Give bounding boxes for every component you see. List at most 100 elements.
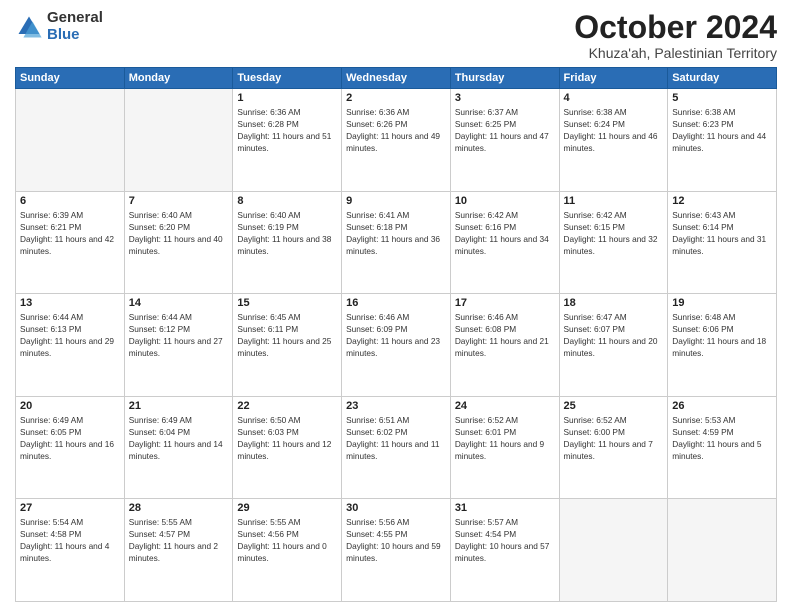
day-info: Sunrise: 6:49 AM Sunset: 6:05 PM Dayligh… [20, 414, 120, 462]
daylight-text: Daylight: 11 hours and 23 minutes. [346, 336, 440, 358]
day-info: Sunrise: 6:45 AM Sunset: 6:11 PM Dayligh… [237, 311, 337, 359]
sunrise-text: Sunrise: 6:46 AM [455, 312, 518, 322]
table-row: 25 Sunrise: 6:52 AM Sunset: 6:00 PM Dayl… [559, 396, 668, 499]
day-number: 24 [455, 400, 555, 412]
daylight-text: Daylight: 11 hours and 38 minutes. [237, 234, 331, 256]
sunset-text: Sunset: 6:28 PM [237, 119, 298, 129]
logo: General Blue [15, 10, 103, 43]
day-info: Sunrise: 6:50 AM Sunset: 6:03 PM Dayligh… [237, 414, 337, 462]
header-saturday: Saturday [668, 68, 777, 89]
table-row: 27 Sunrise: 5:54 AM Sunset: 4:58 PM Dayl… [16, 499, 125, 602]
day-info: Sunrise: 5:55 AM Sunset: 4:56 PM Dayligh… [237, 516, 337, 564]
day-number: 23 [346, 400, 446, 412]
day-number: 16 [346, 297, 446, 309]
table-row: 5 Sunrise: 6:38 AM Sunset: 6:23 PM Dayli… [668, 89, 777, 192]
table-row: 20 Sunrise: 6:49 AM Sunset: 6:05 PM Dayl… [16, 396, 125, 499]
day-info: Sunrise: 5:55 AM Sunset: 4:57 PM Dayligh… [129, 516, 229, 564]
table-row: 7 Sunrise: 6:40 AM Sunset: 6:20 PM Dayli… [124, 191, 233, 294]
day-info: Sunrise: 6:40 AM Sunset: 6:19 PM Dayligh… [237, 209, 337, 257]
sunrise-text: Sunrise: 5:55 AM [129, 517, 192, 527]
sunset-text: Sunset: 6:09 PM [346, 324, 407, 334]
day-info: Sunrise: 6:40 AM Sunset: 6:20 PM Dayligh… [129, 209, 229, 257]
header-friday: Friday [559, 68, 668, 89]
sunset-text: Sunset: 6:08 PM [455, 324, 516, 334]
day-info: Sunrise: 6:42 AM Sunset: 6:16 PM Dayligh… [455, 209, 555, 257]
daylight-text: Daylight: 11 hours and 31 minutes. [672, 234, 766, 256]
sunset-text: Sunset: 6:06 PM [672, 324, 733, 334]
calendar-table: Sunday Monday Tuesday Wednesday Thursday… [15, 67, 777, 602]
table-row: 28 Sunrise: 5:55 AM Sunset: 4:57 PM Dayl… [124, 499, 233, 602]
sunset-text: Sunset: 6:23 PM [672, 119, 733, 129]
table-row: 15 Sunrise: 6:45 AM Sunset: 6:11 PM Dayl… [233, 294, 342, 397]
day-info: Sunrise: 5:57 AM Sunset: 4:54 PM Dayligh… [455, 516, 555, 564]
sunset-text: Sunset: 6:21 PM [20, 222, 81, 232]
daylight-text: Daylight: 11 hours and 16 minutes. [20, 439, 114, 461]
day-info: Sunrise: 5:56 AM Sunset: 4:55 PM Dayligh… [346, 516, 446, 564]
sunset-text: Sunset: 6:02 PM [346, 427, 407, 437]
day-number: 29 [237, 502, 337, 514]
table-row: 30 Sunrise: 5:56 AM Sunset: 4:55 PM Dayl… [342, 499, 451, 602]
table-row [668, 499, 777, 602]
sunset-text: Sunset: 4:55 PM [346, 529, 407, 539]
day-number: 14 [129, 297, 229, 309]
sunset-text: Sunset: 4:56 PM [237, 529, 298, 539]
header-tuesday: Tuesday [233, 68, 342, 89]
header-wednesday: Wednesday [342, 68, 451, 89]
daylight-text: Daylight: 11 hours and 14 minutes. [129, 439, 223, 461]
sunrise-text: Sunrise: 6:43 AM [672, 210, 735, 220]
daylight-text: Daylight: 11 hours and 5 minutes. [672, 439, 761, 461]
day-number: 25 [564, 400, 664, 412]
day-info: Sunrise: 6:41 AM Sunset: 6:18 PM Dayligh… [346, 209, 446, 257]
sunset-text: Sunset: 6:04 PM [129, 427, 190, 437]
daylight-text: Daylight: 11 hours and 42 minutes. [20, 234, 114, 256]
table-row [124, 89, 233, 192]
day-number: 11 [564, 195, 664, 207]
day-number: 21 [129, 400, 229, 412]
table-row: 17 Sunrise: 6:46 AM Sunset: 6:08 PM Dayl… [450, 294, 559, 397]
sunrise-text: Sunrise: 6:38 AM [672, 107, 735, 117]
day-number: 20 [20, 400, 120, 412]
sunrise-text: Sunrise: 6:40 AM [237, 210, 300, 220]
logo-blue-text: Blue [47, 27, 103, 44]
daylight-text: Daylight: 11 hours and 12 minutes. [237, 439, 331, 461]
daylight-text: Daylight: 11 hours and 25 minutes. [237, 336, 331, 358]
day-info: Sunrise: 6:51 AM Sunset: 6:02 PM Dayligh… [346, 414, 446, 462]
sunrise-text: Sunrise: 6:46 AM [346, 312, 409, 322]
day-info: Sunrise: 6:46 AM Sunset: 6:09 PM Dayligh… [346, 311, 446, 359]
day-info: Sunrise: 6:48 AM Sunset: 6:06 PM Dayligh… [672, 311, 772, 359]
calendar-week-row: 20 Sunrise: 6:49 AM Sunset: 6:05 PM Dayl… [16, 396, 777, 499]
sunrise-text: Sunrise: 6:42 AM [455, 210, 518, 220]
daylight-text: Daylight: 11 hours and 2 minutes. [129, 541, 218, 563]
sunset-text: Sunset: 4:57 PM [129, 529, 190, 539]
day-info: Sunrise: 6:46 AM Sunset: 6:08 PM Dayligh… [455, 311, 555, 359]
table-row: 6 Sunrise: 6:39 AM Sunset: 6:21 PM Dayli… [16, 191, 125, 294]
day-info: Sunrise: 6:52 AM Sunset: 6:01 PM Dayligh… [455, 414, 555, 462]
sunset-text: Sunset: 6:01 PM [455, 427, 516, 437]
sunset-text: Sunset: 6:14 PM [672, 222, 733, 232]
logo-icon [15, 13, 43, 41]
day-number: 3 [455, 92, 555, 104]
day-number: 4 [564, 92, 664, 104]
daylight-text: Daylight: 11 hours and 11 minutes. [346, 439, 439, 461]
sunrise-text: Sunrise: 6:39 AM [20, 210, 83, 220]
table-row: 11 Sunrise: 6:42 AM Sunset: 6:15 PM Dayl… [559, 191, 668, 294]
table-row: 23 Sunrise: 6:51 AM Sunset: 6:02 PM Dayl… [342, 396, 451, 499]
day-number: 31 [455, 502, 555, 514]
calendar-week-row: 13 Sunrise: 6:44 AM Sunset: 6:13 PM Dayl… [16, 294, 777, 397]
sunrise-text: Sunrise: 5:54 AM [20, 517, 83, 527]
sunrise-text: Sunrise: 5:55 AM [237, 517, 300, 527]
daylight-text: Daylight: 11 hours and 18 minutes. [672, 336, 766, 358]
day-info: Sunrise: 6:38 AM Sunset: 6:23 PM Dayligh… [672, 106, 772, 154]
sunset-text: Sunset: 6:19 PM [237, 222, 298, 232]
sunrise-text: Sunrise: 6:37 AM [455, 107, 518, 117]
day-number: 1 [237, 92, 337, 104]
day-info: Sunrise: 6:37 AM Sunset: 6:25 PM Dayligh… [455, 106, 555, 154]
daylight-text: Daylight: 11 hours and 27 minutes. [129, 336, 223, 358]
sunrise-text: Sunrise: 6:41 AM [346, 210, 409, 220]
day-info: Sunrise: 6:44 AM Sunset: 6:13 PM Dayligh… [20, 311, 120, 359]
table-row: 12 Sunrise: 6:43 AM Sunset: 6:14 PM Dayl… [668, 191, 777, 294]
header-monday: Monday [124, 68, 233, 89]
sunset-text: Sunset: 6:20 PM [129, 222, 190, 232]
sunrise-text: Sunrise: 6:36 AM [237, 107, 300, 117]
day-info: Sunrise: 5:53 AM Sunset: 4:59 PM Dayligh… [672, 414, 772, 462]
